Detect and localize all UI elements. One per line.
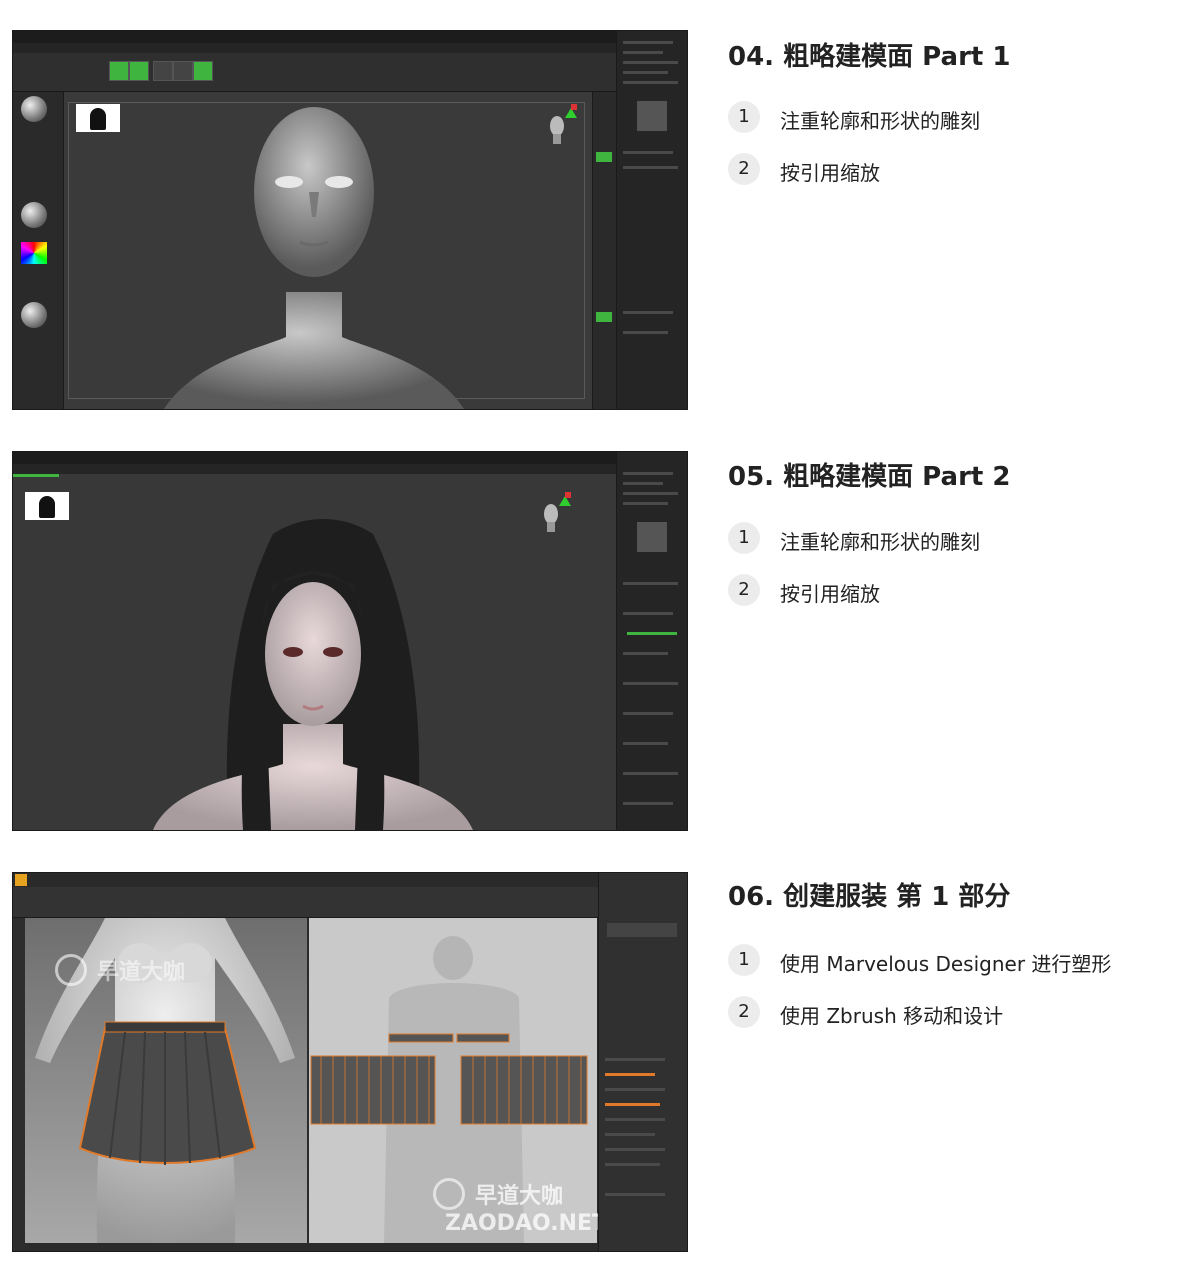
left-toolbar [13,918,25,1251]
step-badge: 2 [728,153,760,185]
edit-tool-button[interactable] [109,61,129,81]
section-05: 05. 粗略建模面 Part 2 1 注重轮廓和形状的雕刻 2 按引用缩放 [0,420,1200,840]
navigation-gizmo[interactable] [543,102,583,152]
character-model [153,519,473,830]
alpha-sphere-icon[interactable] [21,202,47,228]
watermark-logo-icon [55,954,87,986]
toolbar [13,887,687,918]
menu-bar [13,464,687,474]
tool-palette [616,31,687,409]
watermark-logo-icon [433,1178,465,1210]
step-badge: 2 [728,996,760,1028]
menu-bar [13,43,687,53]
section-04: 04. 粗略建模面 Part 1 1 注重轮廓和形状的雕刻 2 按引用缩放 [0,0,1200,420]
viewport[interactable] [13,474,617,830]
step-text: 使用 Zbrush 移动和设计 [780,1004,1004,1028]
section-heading: 06. 创建服装 第 1 部分 [728,882,1011,912]
section-heading: 05. 粗略建模面 Part 2 [728,462,1011,492]
zbrush-screenshot-2 [12,451,688,831]
color-picker-icon[interactable] [21,242,47,264]
brush-sphere-icon[interactable] [21,96,47,122]
rotate-tool-button[interactable] [193,61,213,81]
watermark: 早道大咖 [55,954,185,986]
navigation-gizmo[interactable] [537,490,577,540]
step-badge: 1 [728,522,760,554]
property-editor [598,873,687,1251]
section-06: 早道大咖 早道大咖ZAODAO.NET 06. 创建服装 第 1 部分 1 使用… [0,840,1200,1275]
step-badge: 1 [728,101,760,133]
bust-model [164,107,464,409]
viewport[interactable] [64,92,593,409]
step-text: 使用 Marvelous Designer 进行塑形 [780,952,1112,976]
tool-palette [616,452,687,830]
step-badge: 1 [728,944,760,976]
step-text: 注重轮廓和形状的雕刻 [780,530,980,554]
left-shelf [13,92,64,409]
section-heading: 04. 粗略建模面 Part 1 [728,42,1011,72]
step-badge: 2 [728,574,760,606]
marvelous-designer-screenshot: 早道大咖 早道大咖ZAODAO.NET [12,872,688,1252]
move-tool-button[interactable] [153,61,173,81]
step-text: 按引用缩放 [780,161,880,185]
zbrush-screenshot-1 [12,30,688,410]
step-text: 按引用缩放 [780,582,880,606]
title-bar [13,452,687,464]
scale-tool-button[interactable] [173,61,193,81]
toolbar [13,53,687,92]
draw-tool-button[interactable] [129,61,149,81]
material-sphere-icon[interactable] [21,302,47,328]
title-bar [13,31,687,43]
right-shelf [592,92,617,409]
3d-window[interactable]: 早道大咖 [25,918,307,1243]
step-text: 注重轮廓和形状的雕刻 [780,109,980,133]
menu-bar [13,873,687,887]
